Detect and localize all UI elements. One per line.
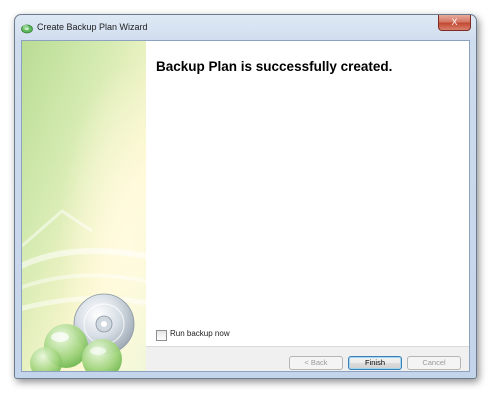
finish-button[interactable]: Finish	[348, 356, 402, 370]
back-button[interactable]: < Back	[289, 356, 343, 370]
wizard-client-area: Backup Plan is successfully created. Run…	[21, 40, 470, 372]
side-panel-graphic	[22, 41, 146, 371]
run-backup-now-checkbox[interactable]	[156, 330, 167, 341]
run-backup-now-label[interactable]: Run backup now	[170, 329, 230, 338]
window-title: Create Backup Plan Wizard	[37, 22, 148, 32]
cancel-button[interactable]: Cancel	[407, 356, 461, 370]
title-bar[interactable]: Create Backup Plan Wizard X	[15, 15, 476, 42]
close-button[interactable]: X	[438, 15, 471, 31]
cloud-backup-icon	[21, 24, 33, 34]
wizard-window: Create Backup Plan Wizard X Backup Plan …	[14, 14, 477, 379]
wizard-footer: < Back Finish Cancel	[146, 346, 469, 371]
success-heading: Backup Plan is successfully created.	[156, 59, 393, 74]
